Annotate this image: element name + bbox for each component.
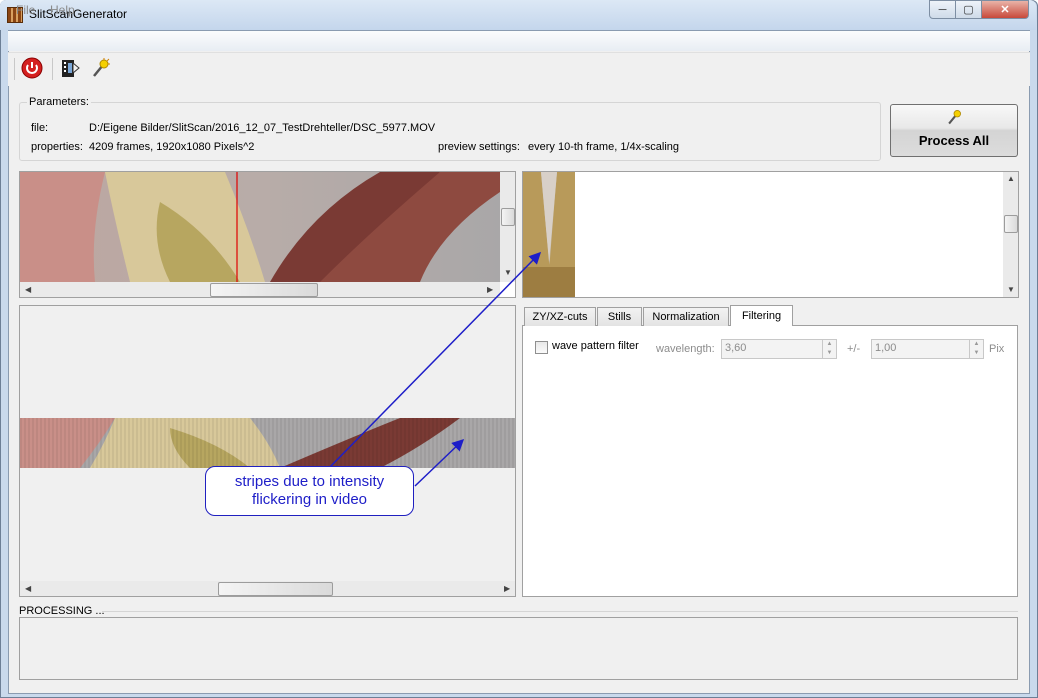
properties-label: properties: — [31, 141, 83, 153]
scroll-right-arrow[interactable]: ▶ — [487, 285, 493, 294]
video-frame-image — [20, 172, 500, 282]
scroll-up-arrow[interactable]: ▲ — [1007, 174, 1015, 183]
tab-normalization[interactable]: Normalization — [643, 307, 729, 326]
vertical-scrollbar[interactable] — [500, 172, 515, 282]
wavelength-value: 3,60 — [725, 342, 747, 354]
minimize-button[interactable]: ─ — [929, 0, 956, 19]
tab-zy-xz-cuts[interactable]: ZY/XZ-cuts — [524, 307, 596, 326]
tolerance-spin-buttons[interactable]: ▲ ▼ — [969, 340, 983, 358]
wavelength-label: wavelength: — [656, 343, 715, 355]
film-open-icon[interactable] — [58, 56, 82, 80]
tolerance-spinbox[interactable]: 1,00 — [871, 339, 984, 359]
preview-settings-value: every 10-th frame, 1/4x-scaling — [528, 141, 680, 153]
file-label: file: — [31, 122, 49, 134]
tab-stills[interactable]: Stills — [597, 307, 642, 326]
annotation-callout: stripes due to intensity flickering in v… — [205, 466, 414, 516]
slit-preview-image — [523, 172, 575, 297]
video-frame-preview[interactable]: ▼ ◀ ▶ — [19, 171, 516, 298]
unit-label: Pix — [989, 343, 1005, 355]
toolbar-separator — [52, 58, 53, 80]
scroll-left-arrow[interactable]: ◀ — [25, 584, 31, 593]
wave-pattern-filter-checkbox[interactable] — [535, 341, 548, 354]
scroll-left-arrow[interactable]: ◀ — [25, 285, 31, 294]
processing-divider — [102, 611, 1018, 612]
title-bar[interactable] — [0, 0, 1036, 30]
window-title: SlitScanGenerator — [29, 7, 128, 21]
menu-bar — [8, 31, 1030, 51]
slit-preview[interactable]: ▲ ▼ — [522, 171, 1019, 298]
wave-pattern-filter-label[interactable]: wave pattern filter — [552, 340, 639, 352]
scroll-right-arrow[interactable]: ▶ — [504, 584, 510, 593]
menu-file[interactable]: File — [16, 3, 35, 17]
wand-icon — [945, 108, 963, 129]
properties-value: 4209 frames, 1920x1080 Pixels^2 — [89, 141, 255, 153]
process-all-label: Process All — [918, 133, 990, 148]
processing-log — [19, 617, 1018, 680]
parameters-title: Parameters: — [27, 96, 91, 108]
tolerance-label: +/- — [847, 343, 861, 355]
tab-panel — [522, 325, 1018, 597]
wavelength-spinbox[interactable]: 3,60 — [721, 339, 837, 359]
power-icon[interactable] — [20, 56, 44, 80]
horizontal-scrollbar-thumb[interactable] — [218, 582, 333, 596]
wand-icon[interactable] — [88, 56, 112, 80]
file-value: D:/Eigene Bilder/SlitScan/2016_12_07_Tes… — [89, 122, 436, 134]
tolerance-value: 1,00 — [875, 342, 897, 354]
toolbar-grip — [14, 58, 15, 80]
processing-title: PROCESSING ... — [19, 605, 105, 617]
horizontal-scrollbar-thumb[interactable] — [210, 283, 318, 297]
wavelength-spin-buttons[interactable]: ▲ ▼ — [822, 340, 836, 358]
scroll-down-arrow[interactable]: ▼ — [504, 268, 512, 277]
close-button[interactable]: ✕ — [981, 0, 1029, 19]
tab-filtering[interactable]: Filtering — [730, 305, 793, 326]
slitscan-result-preview[interactable]: ◀ ▶ — [19, 305, 516, 597]
scroll-down-arrow[interactable]: ▼ — [1007, 285, 1015, 294]
vertical-scrollbar[interactable] — [1003, 172, 1018, 297]
preview-settings-label: preview settings: — [438, 141, 520, 153]
vertical-scrollbar-thumb[interactable] — [1004, 215, 1018, 233]
slitscan-result-image — [20, 418, 515, 468]
maximize-button[interactable]: ▢ — [955, 0, 982, 19]
menu-help[interactable]: Help — [50, 3, 75, 17]
vertical-scrollbar-thumb[interactable] — [501, 208, 515, 226]
toolbar — [8, 52, 1030, 86]
